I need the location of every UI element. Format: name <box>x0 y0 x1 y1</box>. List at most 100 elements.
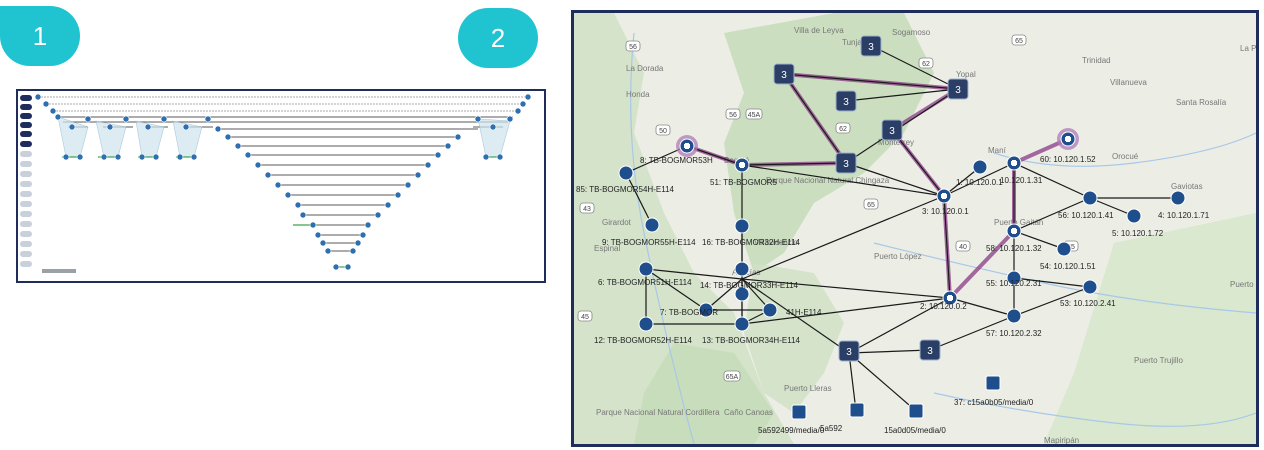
toolbar-button[interactable] <box>20 122 32 128</box>
tree-node[interactable] <box>68 123 76 131</box>
router-node[interactable] <box>644 217 660 233</box>
tree-node[interactable] <box>454 133 462 141</box>
tree-node[interactable] <box>482 153 490 161</box>
tree-node[interactable] <box>62 153 70 161</box>
tree-node[interactable] <box>324 247 332 255</box>
tree-node[interactable] <box>160 115 168 123</box>
toolbar-button[interactable] <box>20 191 32 197</box>
tree-node[interactable] <box>474 115 482 123</box>
tree-node[interactable] <box>182 123 190 131</box>
cluster-node[interactable]: 3 <box>838 340 860 362</box>
tree-node[interactable] <box>314 231 322 239</box>
router-node[interactable] <box>638 261 654 277</box>
router-node[interactable] <box>734 316 750 332</box>
tree-node[interactable] <box>144 123 152 131</box>
cluster-node[interactable]: 3 <box>919 339 941 361</box>
tree-node[interactable] <box>506 115 514 123</box>
tree-node[interactable] <box>384 201 392 209</box>
tree-node[interactable] <box>309 221 317 229</box>
router-node[interactable] <box>1082 190 1098 206</box>
tree-node[interactable] <box>394 191 402 199</box>
tree-node[interactable] <box>204 115 212 123</box>
map-canvas[interactable]: 56 62 65 50 45A 56 62 65 43 40 65 45 65A… <box>574 13 1256 444</box>
tree-node[interactable] <box>152 153 160 161</box>
router-node[interactable] <box>1126 208 1142 224</box>
tree-node[interactable] <box>122 115 130 123</box>
tree-node[interactable] <box>414 171 422 179</box>
toolbar-button[interactable] <box>20 241 32 247</box>
tree-node[interactable] <box>54 113 62 121</box>
toolbar-button[interactable] <box>20 104 32 110</box>
tree-node[interactable] <box>424 161 432 169</box>
switch-icon[interactable] <box>791 404 807 420</box>
tree-node[interactable] <box>404 181 412 189</box>
horizontal-scrollbar[interactable] <box>42 269 76 273</box>
tree-node[interactable] <box>524 93 532 101</box>
tree-node[interactable] <box>138 153 146 161</box>
toolbar-button[interactable] <box>20 231 32 237</box>
tree-node[interactable] <box>294 201 302 209</box>
tree-node[interactable] <box>84 115 92 123</box>
tree-node[interactable] <box>274 181 282 189</box>
tree-node[interactable] <box>76 153 84 161</box>
toolbar-button[interactable] <box>20 141 32 147</box>
router-node[interactable] <box>734 218 750 234</box>
tree-topology-view[interactable] <box>16 89 546 283</box>
cluster-node[interactable]: 3 <box>947 78 969 100</box>
tree-node[interactable] <box>519 100 527 108</box>
tree-node[interactable] <box>496 153 504 161</box>
router-node[interactable] <box>1170 190 1186 206</box>
switch-icon[interactable] <box>908 403 924 419</box>
cluster-node[interactable]: 3 <box>881 119 903 141</box>
tree-node[interactable] <box>332 263 340 271</box>
tree-node[interactable] <box>354 239 362 247</box>
toolbar-button[interactable] <box>20 261 32 267</box>
router-node[interactable] <box>1056 241 1072 257</box>
router-node[interactable] <box>972 159 988 175</box>
router-node[interactable] <box>762 302 778 318</box>
tree-node[interactable] <box>254 161 262 169</box>
tree-node[interactable] <box>234 142 242 150</box>
cluster-node[interactable]: 3 <box>773 63 795 85</box>
toolbar-button[interactable] <box>20 161 32 167</box>
router-node[interactable] <box>1006 308 1022 324</box>
tree-topology-canvas[interactable] <box>18 91 544 281</box>
tree-node[interactable] <box>214 125 222 133</box>
toolbar-button[interactable] <box>20 221 32 227</box>
cluster-node[interactable]: 3 <box>860 35 882 57</box>
tree-nodes[interactable] <box>34 93 532 271</box>
switch-icon[interactable] <box>849 402 865 418</box>
router-node[interactable] <box>734 261 750 277</box>
tree-node[interactable] <box>49 107 57 115</box>
toolbar-button[interactable] <box>20 201 32 207</box>
toolbar-button[interactable] <box>20 211 32 217</box>
tree-node[interactable] <box>319 239 327 247</box>
tree-node[interactable] <box>359 231 367 239</box>
tree-node[interactable] <box>444 142 452 150</box>
toolbar-button[interactable] <box>20 181 32 187</box>
toolbar-button[interactable] <box>20 151 32 157</box>
tree-node[interactable] <box>176 153 184 161</box>
tree-node[interactable] <box>114 153 122 161</box>
tree-node[interactable] <box>514 107 522 115</box>
toolbar-button[interactable] <box>20 131 32 137</box>
tree-node[interactable] <box>106 123 114 131</box>
tree-node[interactable] <box>434 151 442 159</box>
tree-node[interactable] <box>224 133 232 141</box>
map-topology-view[interactable]: 56 62 65 50 45A 56 62 65 43 40 65 45 65A… <box>571 10 1259 447</box>
cluster-node[interactable]: 3 <box>835 152 857 174</box>
tree-node[interactable] <box>364 221 372 229</box>
tree-node[interactable] <box>264 171 272 179</box>
router-node[interactable] <box>1082 279 1098 295</box>
tree-node[interactable] <box>42 100 50 108</box>
switch-icon[interactable] <box>985 375 1001 391</box>
tree-node[interactable] <box>284 191 292 199</box>
toolbar-button[interactable] <box>20 171 32 177</box>
tree-node[interactable] <box>489 123 497 131</box>
tree-node[interactable] <box>299 211 307 219</box>
tree-node[interactable] <box>349 247 357 255</box>
tree-node[interactable] <box>374 211 382 219</box>
cluster-node[interactable]: 3 <box>835 90 857 112</box>
router-node[interactable] <box>618 165 634 181</box>
toolbar-button[interactable] <box>20 95 32 101</box>
